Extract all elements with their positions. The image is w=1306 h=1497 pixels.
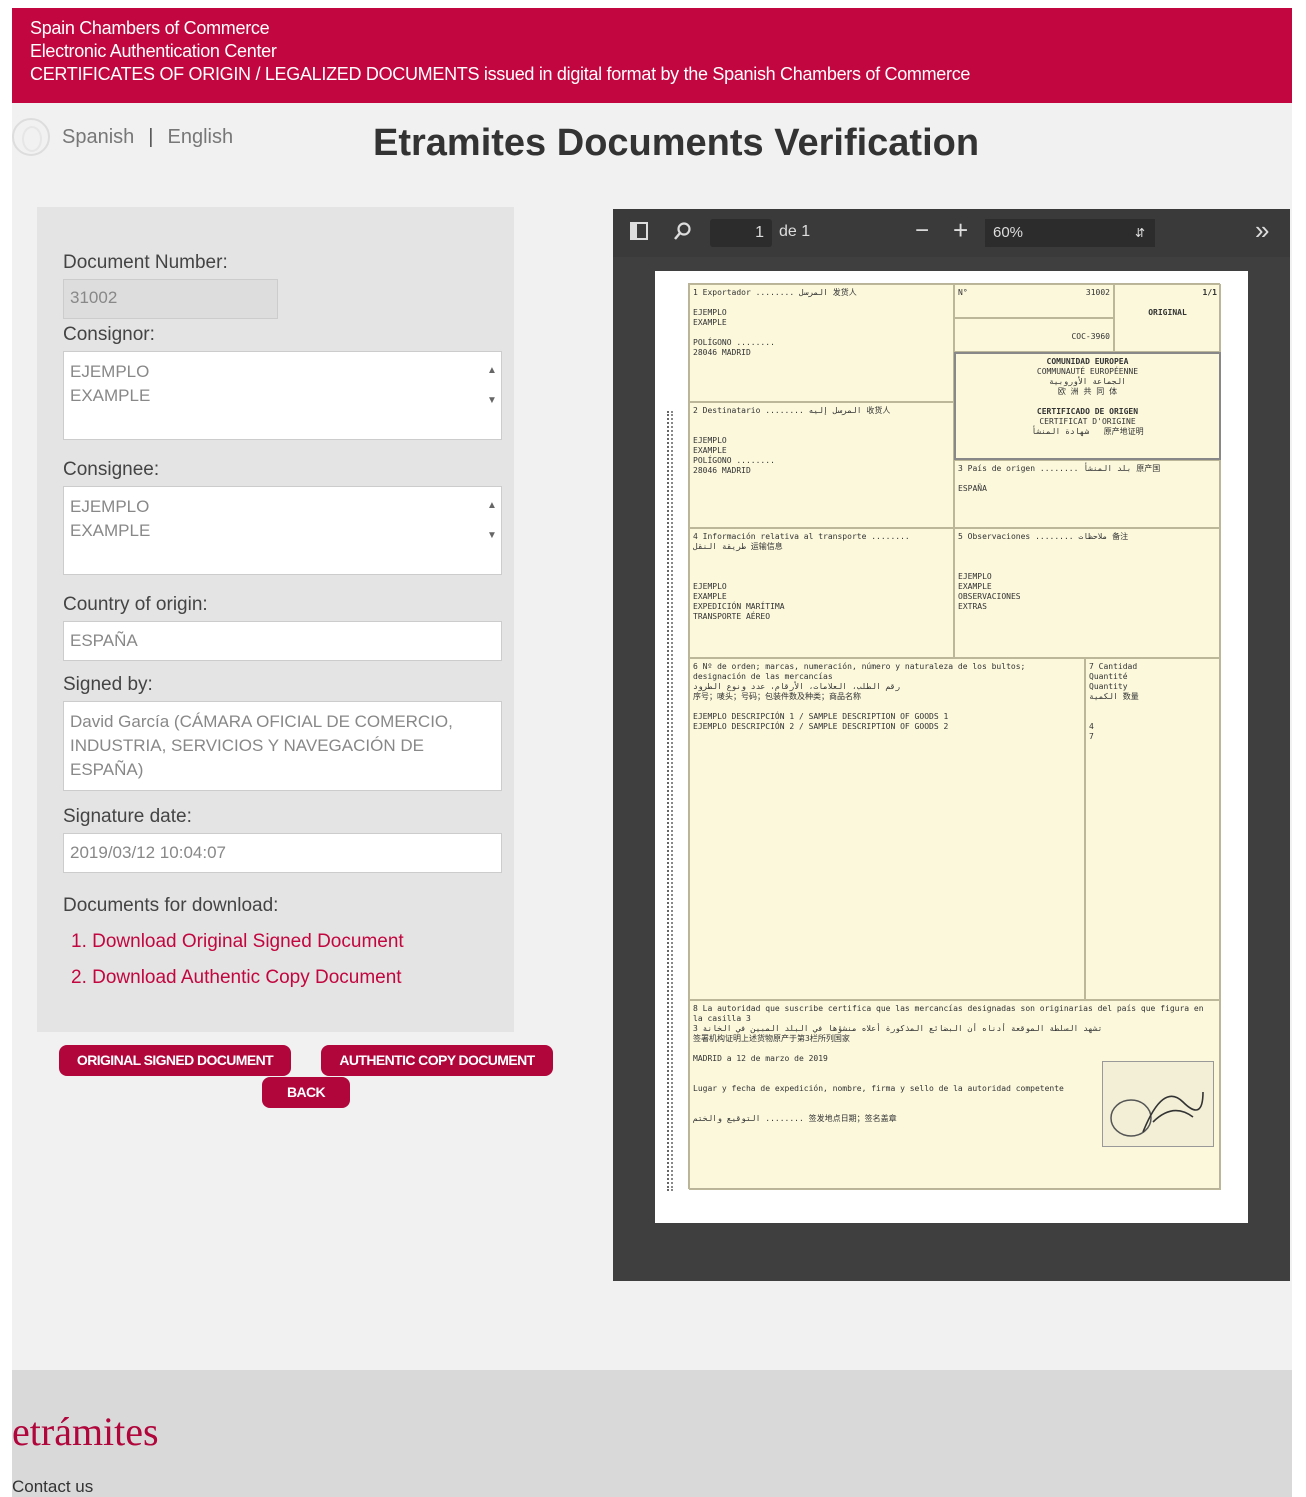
zoom-select[interactable]: 60% ⇵: [985, 219, 1155, 247]
search-icon[interactable]: [673, 221, 693, 246]
verification-form: Document Number: 31002 Consignor: EJEMPL…: [37, 207, 514, 1032]
doc-number-label: Document Number:: [63, 252, 228, 273]
banner-org: Spain Chambers of Commerce: [30, 18, 270, 38]
consignor-label: Consignor:: [63, 324, 155, 345]
downloads-label: Documents for download:: [63, 895, 279, 916]
consignee-scrollbar[interactable]: ▲ ▼: [485, 491, 499, 551]
cert-number: 31002: [1085, 288, 1110, 297]
authentic-copy-document-button[interactable]: AUTHENTIC COPY DOCUMENT: [321, 1045, 553, 1076]
zoom-in-button[interactable]: +: [953, 215, 968, 246]
cert-remarks-cell: 5 Observaciones ........ ملاحظات 备注 EJEMP…: [954, 528, 1221, 658]
consignee-text: EJEMPLO EXAMPLE: [70, 497, 151, 540]
pdf-viewer: 1 de 1 − + 60% ⇵ » 1 Exportador ........…: [613, 209, 1290, 1281]
cert-goods-cell: 6 Nº de orden; marcas, numeración, númer…: [689, 658, 1085, 1000]
lang-separator: |: [148, 125, 154, 148]
cert-item-1: EJEMPLO DESCRIPCIÓN 1 / SAMPLE DESCRIPTI…: [693, 712, 949, 721]
cert-place-date: MADRID a 12 de marzo de 2019: [693, 1054, 828, 1063]
country-field[interactable]: ESPAÑA: [63, 621, 502, 661]
cert-qty-1: 4: [1089, 722, 1094, 731]
cert-origin-cell: 3 País de origen ........ بلد المنشأ 原产国…: [954, 460, 1221, 528]
zoom-value: 60%: [993, 224, 1024, 241]
page-count: de 1: [779, 223, 811, 240]
page-number-input[interactable]: 1: [710, 219, 772, 247]
footer: [12, 1370, 1292, 1497]
cert-item-2: EJEMPLO DESCRIPCIÓN 2 / SAMPLE DESCRIPTI…: [693, 722, 949, 731]
original-signed-document-button[interactable]: ORIGINAL SIGNED DOCUMENT: [59, 1045, 291, 1076]
signature-date-field[interactable]: 2019/03/12 10:04:07: [63, 833, 502, 873]
consignor-text: EJEMPLO EXAMPLE: [70, 362, 151, 405]
cert-original: ORIGINAL: [1148, 308, 1187, 317]
pdf-page: 1 Exportador ........ المرسل 发货人 EJEMPLO E…: [655, 271, 1248, 1223]
cert-code-cell: COC-3960: [954, 318, 1114, 352]
cert-qty-2: 7: [1089, 732, 1094, 741]
country-label: Country of origin:: [63, 594, 208, 615]
lang-english-link[interactable]: English: [167, 126, 233, 149]
pdf-toolbar: 1 de 1 − + 60% ⇵ »: [613, 209, 1290, 257]
download-original-link[interactable]: 1. Download Original Signed Document: [71, 931, 488, 953]
globe-icon: [12, 118, 50, 156]
select-arrows-icon: ⇵: [1134, 226, 1145, 240]
cert-authority-cell: 8 La autoridad que suscribe certifica qu…: [689, 1000, 1221, 1190]
signature-stamp-icon: [1110, 1091, 1204, 1137]
consignee-label: Consignee:: [63, 459, 160, 480]
cert-code: COC-3960: [1071, 332, 1110, 341]
cert-title: CERTIFICADO DE ORIGEN: [1036, 407, 1139, 416]
page-title: Etramites Documents Verification: [373, 122, 980, 164]
consignee-field[interactable]: EJEMPLO EXAMPLE ▲ ▼: [63, 486, 502, 575]
language-switcher: Spanish | English: [12, 118, 233, 156]
doc-number-field[interactable]: 31002: [63, 279, 278, 319]
sidebar-toggle-icon[interactable]: [629, 221, 649, 246]
consignor-field[interactable]: EJEMPLO EXAMPLE ▲ ▼: [63, 351, 502, 440]
cert-number-cell: N° 31002: [954, 284, 1114, 318]
zoom-out-button[interactable]: −: [915, 217, 929, 245]
contact-us-link[interactable]: Contact us: [12, 1477, 93, 1497]
signed-by-label: Signed by:: [63, 674, 153, 695]
cert-quantity-cell: 7 Cantidad Quantité Quantity الكمية 数量 4 7: [1085, 658, 1221, 1000]
signed-by-field[interactable]: David García (CÁMARA OFICIAL DE COMERCIO…: [63, 701, 502, 791]
certificate-document: 1 Exportador ........ المرسل 发货人 EJEMPLO E…: [688, 283, 1221, 1190]
lang-spanish-link[interactable]: Spanish: [62, 126, 134, 149]
banner-description: CERTIFICATES OF ORIGIN / LEGALIZED DOCUM…: [30, 64, 971, 84]
cert-page: 1/1: [1202, 288, 1217, 297]
cert-original-cell: 1/1 ORIGINAL: [1114, 284, 1221, 352]
cert-consignee-cell: 2 Destinatario ........ المرسل إليه 收货人 E…: [689, 402, 954, 528]
consignor-scrollbar[interactable]: ▲ ▼: [485, 356, 499, 416]
cert-exporter-cell: 1 Exportador ........ المرسل 发货人 EJEMPLO E…: [689, 284, 954, 402]
download-authentic-link[interactable]: 2. Download Authentic Copy Document: [71, 967, 488, 989]
cert-title-cell: COMUNIDAD EUROPEA COMMUNAUTÉ EUROPÉENNE ال…: [954, 352, 1221, 460]
side-text-strip: [667, 411, 673, 1191]
signature-date-label: Signature date:: [63, 806, 192, 827]
banner-center: Electronic Authentication Center: [30, 41, 277, 61]
tools-menu-icon[interactable]: »: [1255, 215, 1269, 246]
cert-country: ESPAÑA: [958, 484, 987, 493]
cert-community: COMUNIDAD EUROPEA: [1046, 357, 1129, 366]
back-button[interactable]: BACK: [262, 1077, 350, 1108]
cert-stamp: [1102, 1061, 1214, 1147]
header-banner: Spain Chambers of Commerce Electronic Au…: [12, 8, 1292, 103]
cert-transport-cell: 4 Información relativa al transporte ...…: [689, 528, 954, 658]
footer-brand-logo: etrámites: [12, 1409, 159, 1454]
